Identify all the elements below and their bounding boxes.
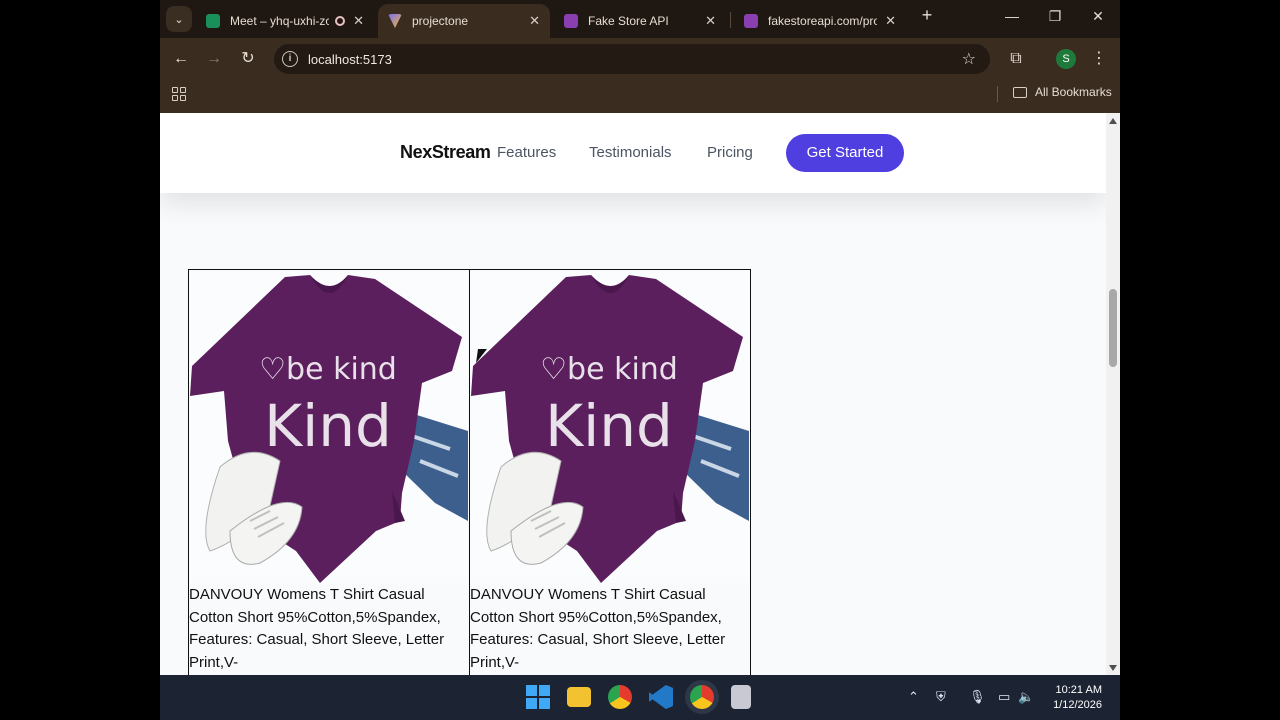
tab-fake-store-api[interactable]: Fake Store API ✕ [554, 4, 726, 38]
scroll-up-icon[interactable] [1109, 118, 1117, 124]
chrome-profile-icon[interactable] [690, 685, 714, 709]
nav-testimonials[interactable]: Testimonials [589, 144, 672, 161]
network-icon[interactable]: ▭ [998, 689, 1010, 705]
clock-time: 10:21 AM [1055, 684, 1102, 696]
security-icon[interactable]: ⛨ [936, 689, 946, 705]
close-window-icon[interactable]: ✕ [1083, 8, 1113, 25]
system-clock[interactable]: 10:21 AM 1/12/2026 [1040, 683, 1102, 713]
new-tab-button[interactable]: + [912, 5, 942, 26]
scroll-thumb[interactable] [1109, 289, 1117, 367]
bookmarks-separator [997, 86, 998, 102]
menu-icon[interactable]: ⋮ [1088, 48, 1110, 70]
windows-start-icon[interactable] [526, 685, 550, 709]
close-icon[interactable]: ✕ [885, 13, 896, 29]
tab-title: Fake Store API [588, 14, 669, 28]
fakestore-favicon-icon [744, 14, 758, 28]
shirt-print-text: ♡be kind [259, 352, 397, 387]
tab-separator [730, 12, 731, 28]
browser-toolbar: ← → ↻ i ☆ ⧉ S ⋮ [160, 38, 1120, 80]
windows-taskbar: ⌃ ⛨ 🎙 ▭ 🔈 10:21 AM 1/12/2026 [160, 675, 1120, 720]
browser-window: ⌄ Meet – yhq-uxhi-zc ✕ projectone ✕ Fake… [160, 0, 1120, 720]
product-image[interactable]: ♡be kind Kind [190, 271, 468, 583]
extensions-icon[interactable]: ⧉ [1005, 48, 1027, 70]
reload-icon[interactable]: ↻ [237, 48, 259, 70]
nav-features[interactable]: Features [497, 144, 556, 161]
chrome-icon[interactable] [608, 685, 632, 709]
brand-logo[interactable]: NexStream [400, 142, 491, 163]
tab-title: fakestoreapi.com/prod [768, 14, 878, 28]
restore-icon[interactable]: ❐ [1040, 8, 1070, 25]
tab-title: projectone [412, 14, 469, 28]
site-header: NexStream Features Testimonials Pricing … [160, 113, 1106, 193]
get-started-button[interactable]: Get Started [786, 134, 904, 172]
snipping-tool-icon[interactable] [731, 685, 751, 709]
volume-icon[interactable]: 🔈 [1018, 689, 1034, 705]
fakestore-favicon-icon [564, 14, 578, 28]
shirt-print-text: ♡be kind [540, 352, 678, 387]
tab-fakestore-products[interactable]: fakestoreapi.com/prod ✕ [734, 4, 906, 38]
svg-text:Kind: Kind [545, 392, 673, 460]
site-info-icon[interactable]: i [282, 51, 298, 67]
page-viewport: NexStream Features Testimonials Pricing … [160, 113, 1106, 675]
folder-icon [1013, 86, 1027, 98]
tab-strip: ⌄ Meet – yhq-uxhi-zc ✕ projectone ✕ Fake… [160, 0, 1120, 38]
product-card[interactable]: ♡be kind Kind DANVOUY Womens T Shirt Cas… [188, 269, 470, 675]
tab-meet[interactable]: Meet – yhq-uxhi-zc ✕ [196, 4, 374, 38]
page-scrollbar[interactable] [1106, 113, 1120, 675]
url-input[interactable] [308, 51, 908, 67]
address-bar[interactable]: i ☆ [274, 44, 990, 74]
nav-pricing[interactable]: Pricing [707, 144, 753, 161]
product-image[interactable]: ♡be kind Kind [471, 271, 749, 583]
tray-expand-icon[interactable]: ⌃ [908, 689, 919, 705]
close-icon[interactable]: ✕ [705, 13, 716, 29]
meet-favicon-icon [206, 14, 220, 28]
svg-text:Kind: Kind [264, 392, 392, 460]
tab-title: Meet – yhq-uxhi-zc [230, 14, 330, 28]
vscode-icon[interactable] [649, 685, 673, 709]
recording-icon [335, 16, 346, 26]
all-bookmarks-button[interactable]: All Bookmarks [1013, 85, 1112, 99]
all-bookmarks-label: All Bookmarks [1035, 85, 1112, 99]
minimize-icon[interactable]: — [997, 8, 1027, 24]
product-description: DANVOUY Womens T Shirt Casual Cotton Sho… [470, 586, 726, 671]
file-explorer-icon[interactable] [567, 687, 591, 707]
forward-icon[interactable]: → [203, 48, 225, 70]
bookmarks-bar: All Bookmarks [160, 80, 1120, 113]
close-icon[interactable]: ✕ [353, 13, 364, 29]
microphone-icon[interactable]: 🎙 [969, 689, 986, 705]
vite-favicon-icon [388, 14, 402, 28]
close-icon[interactable]: ✕ [529, 13, 540, 29]
back-icon[interactable]: ← [170, 48, 192, 70]
avatar[interactable]: S [1056, 49, 1076, 69]
scroll-down-icon[interactable] [1109, 665, 1117, 671]
apps-icon[interactable] [172, 87, 186, 101]
tab-search-dropdown-icon[interactable]: ⌄ [166, 6, 192, 32]
tab-projectone[interactable]: projectone ✕ [378, 4, 550, 38]
product-card[interactable]: ♡be kind Kind DANVOUY Womens T Shirt Cas… [469, 269, 751, 675]
clock-date: 1/12/2026 [1053, 699, 1102, 711]
product-description: DANVOUY Womens T Shirt Casual Cotton Sho… [189, 586, 445, 671]
star-icon[interactable]: ☆ [962, 49, 976, 69]
